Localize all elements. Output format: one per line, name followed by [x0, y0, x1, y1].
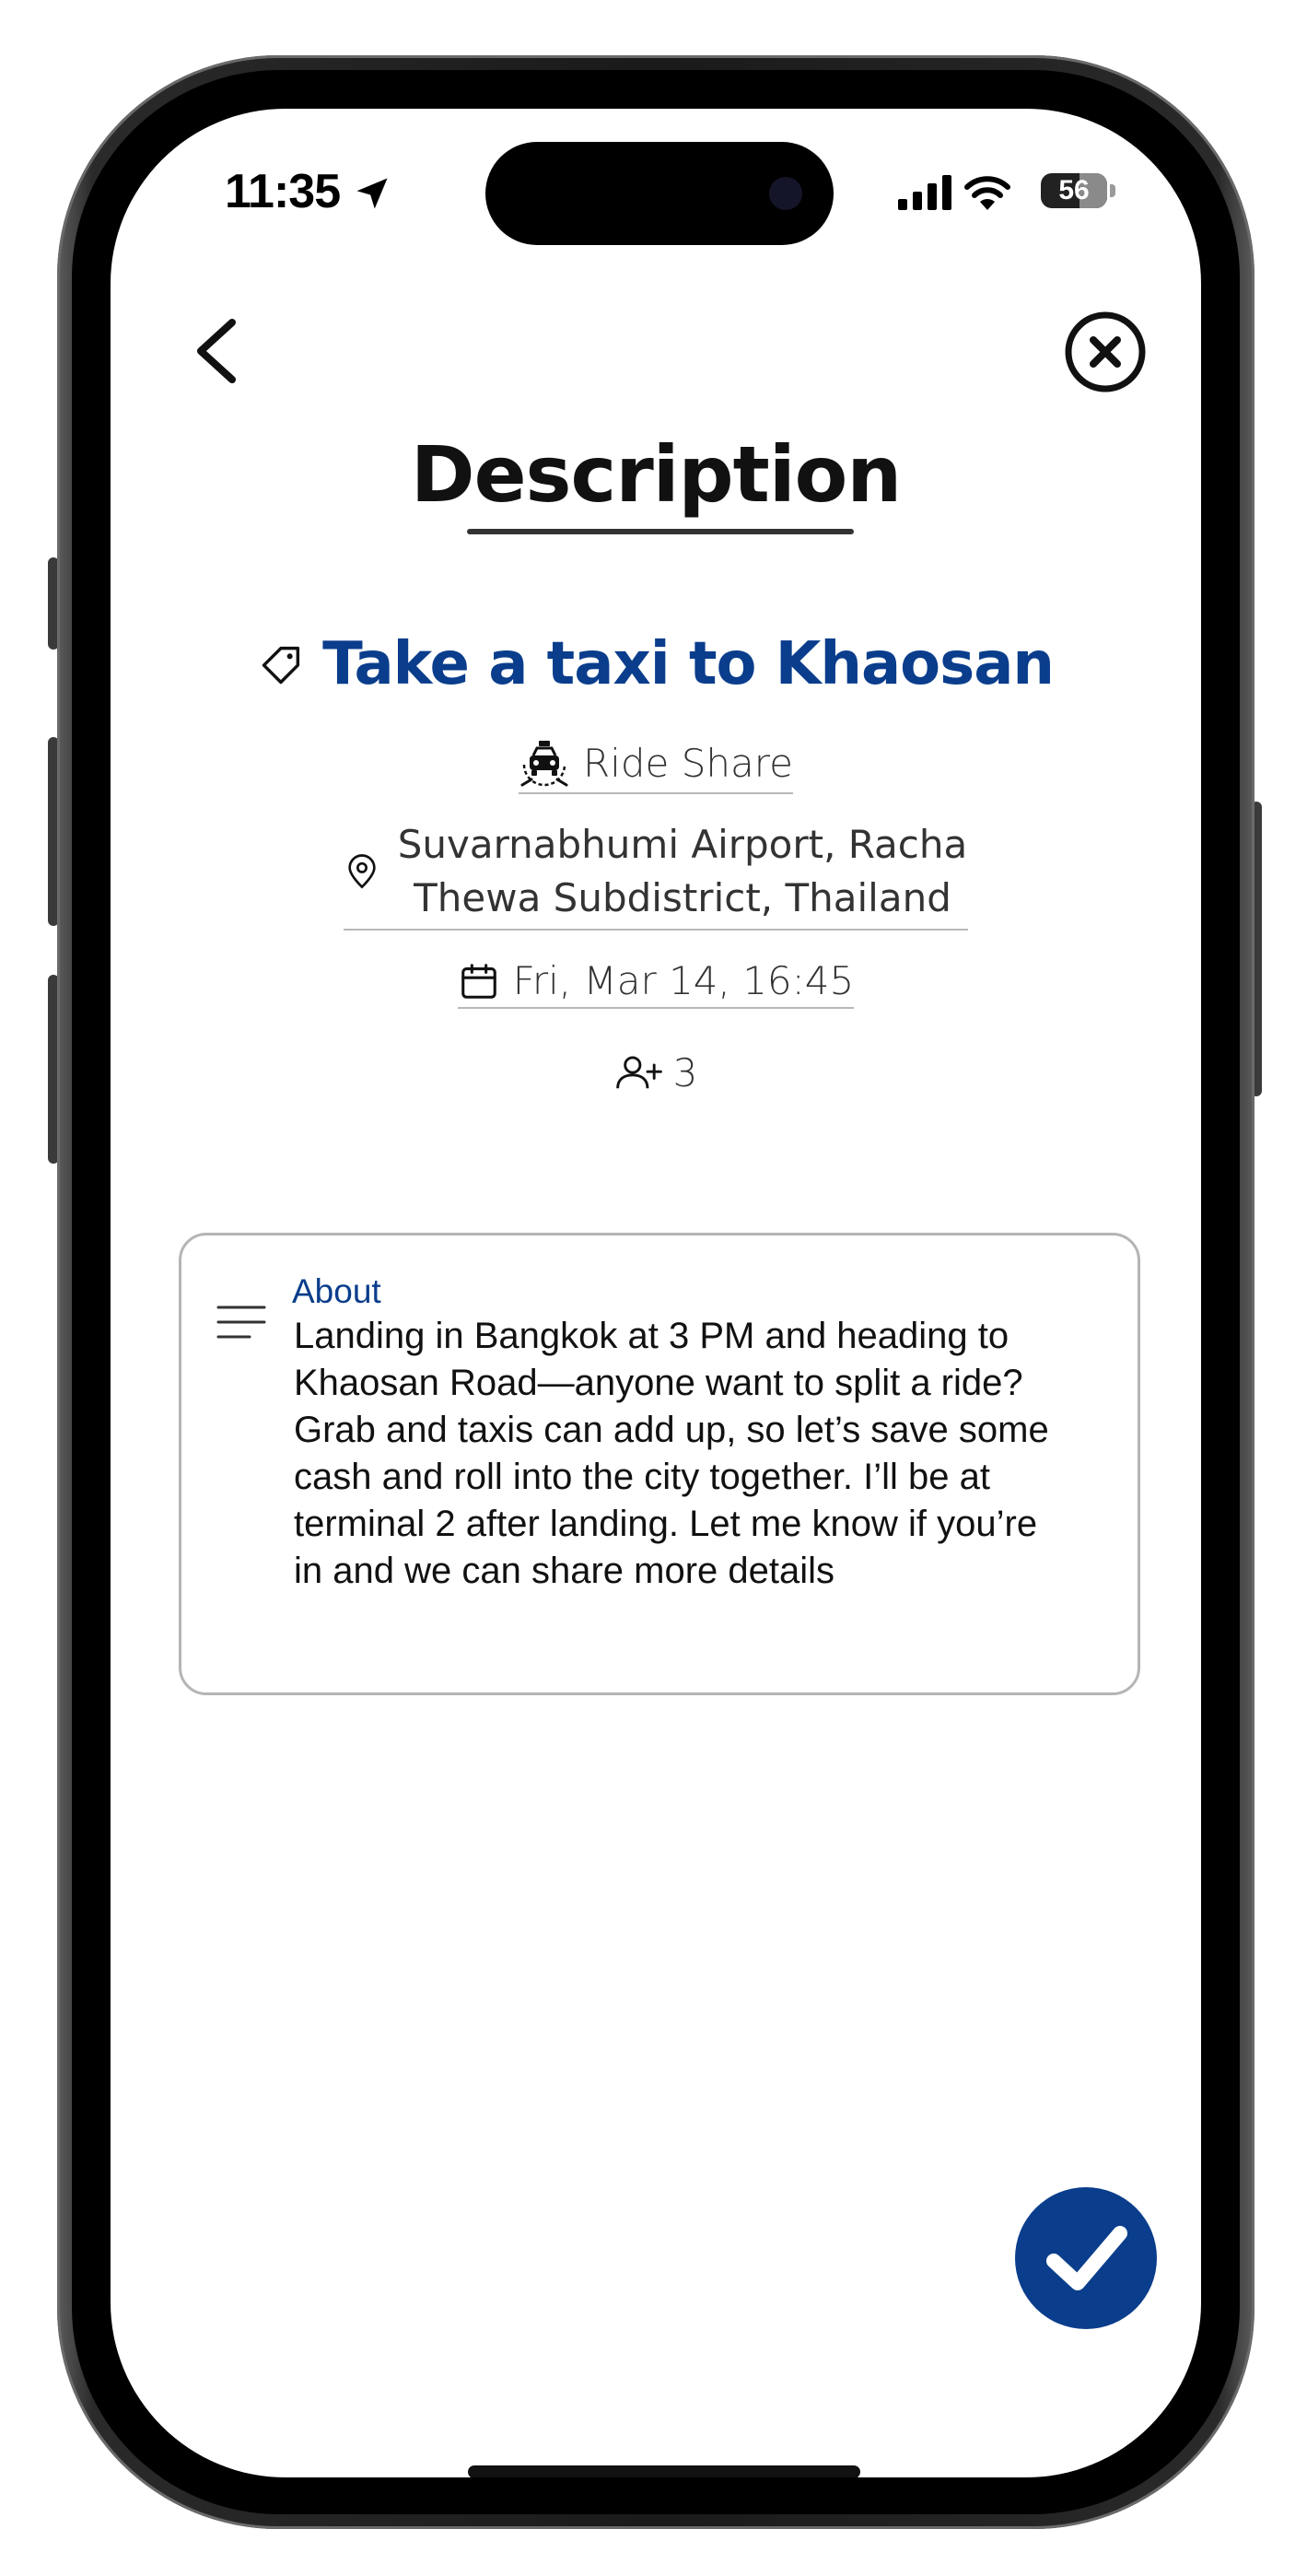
category-line: Ride Share	[111, 737, 1201, 794]
close-circle-icon[interactable]	[1063, 310, 1148, 394]
category-label: Ride Share	[583, 740, 793, 786]
category-chip[interactable]: Ride Share	[519, 737, 793, 794]
screen: 11:35 56 Description Take a taxi to Khao…	[111, 109, 1201, 2477]
location-label: Suvarnabhumi Airport, Racha Thewa Subdis…	[397, 822, 968, 920]
battery-level: 56	[1058, 175, 1090, 205]
cellular-signal-icon	[898, 175, 951, 210]
battery-cap	[1110, 184, 1115, 197]
participants-line: 3	[111, 1050, 1201, 1099]
wifi-icon	[964, 176, 1010, 210]
date-label: Fri, Mar 14, 16:45	[512, 958, 855, 1003]
calendar-icon	[461, 963, 496, 999]
status-time: 11:35	[225, 165, 341, 218]
about-label: About	[292, 1272, 381, 1310]
chevron-left-icon[interactable]	[182, 310, 247, 392]
battery-indicator: 56	[1041, 173, 1107, 208]
date-chip[interactable]: Fri, Mar 14, 16:45	[457, 958, 855, 1009]
tag-icon	[262, 646, 300, 685]
event-title: Take a taxi to Khaosan	[322, 630, 1055, 698]
about-text: Landing in Bangkok at 3 PM and heading t…	[294, 1316, 1049, 1591]
map-pin-icon	[348, 854, 376, 889]
text-lines-icon	[216, 1306, 266, 1339]
participants-count: 3	[672, 1050, 698, 1095]
location-line: Suvarnabhumi Airport, Racha Thewa Subdis…	[111, 818, 1201, 931]
dynamic-island	[485, 142, 834, 245]
device-page: 11:35 56 Description Take a taxi to Khao…	[0, 0, 1307, 2576]
front-camera	[769, 177, 802, 210]
page-title: Description	[410, 429, 902, 520]
title-underline	[467, 529, 854, 534]
taxi-icon	[520, 741, 568, 787]
location-arrow-icon	[356, 178, 388, 209]
location-chip[interactable]: Suvarnabhumi Airport, Racha Thewa Subdis…	[344, 818, 968, 931]
checkmark-icon	[1046, 2226, 1127, 2290]
confirm-button[interactable]	[1015, 2187, 1157, 2329]
home-indicator	[468, 2465, 860, 2477]
participants-chip: 3	[614, 1050, 698, 1099]
date-line: Fri, Mar 14, 16:45	[111, 958, 1201, 1009]
about-card: About Landing in Bangkok at 3 PM and hea…	[179, 1233, 1140, 1695]
event-title-row: Take a taxi to Khaosan	[111, 630, 1201, 698]
user-plus-icon	[615, 1055, 662, 1088]
